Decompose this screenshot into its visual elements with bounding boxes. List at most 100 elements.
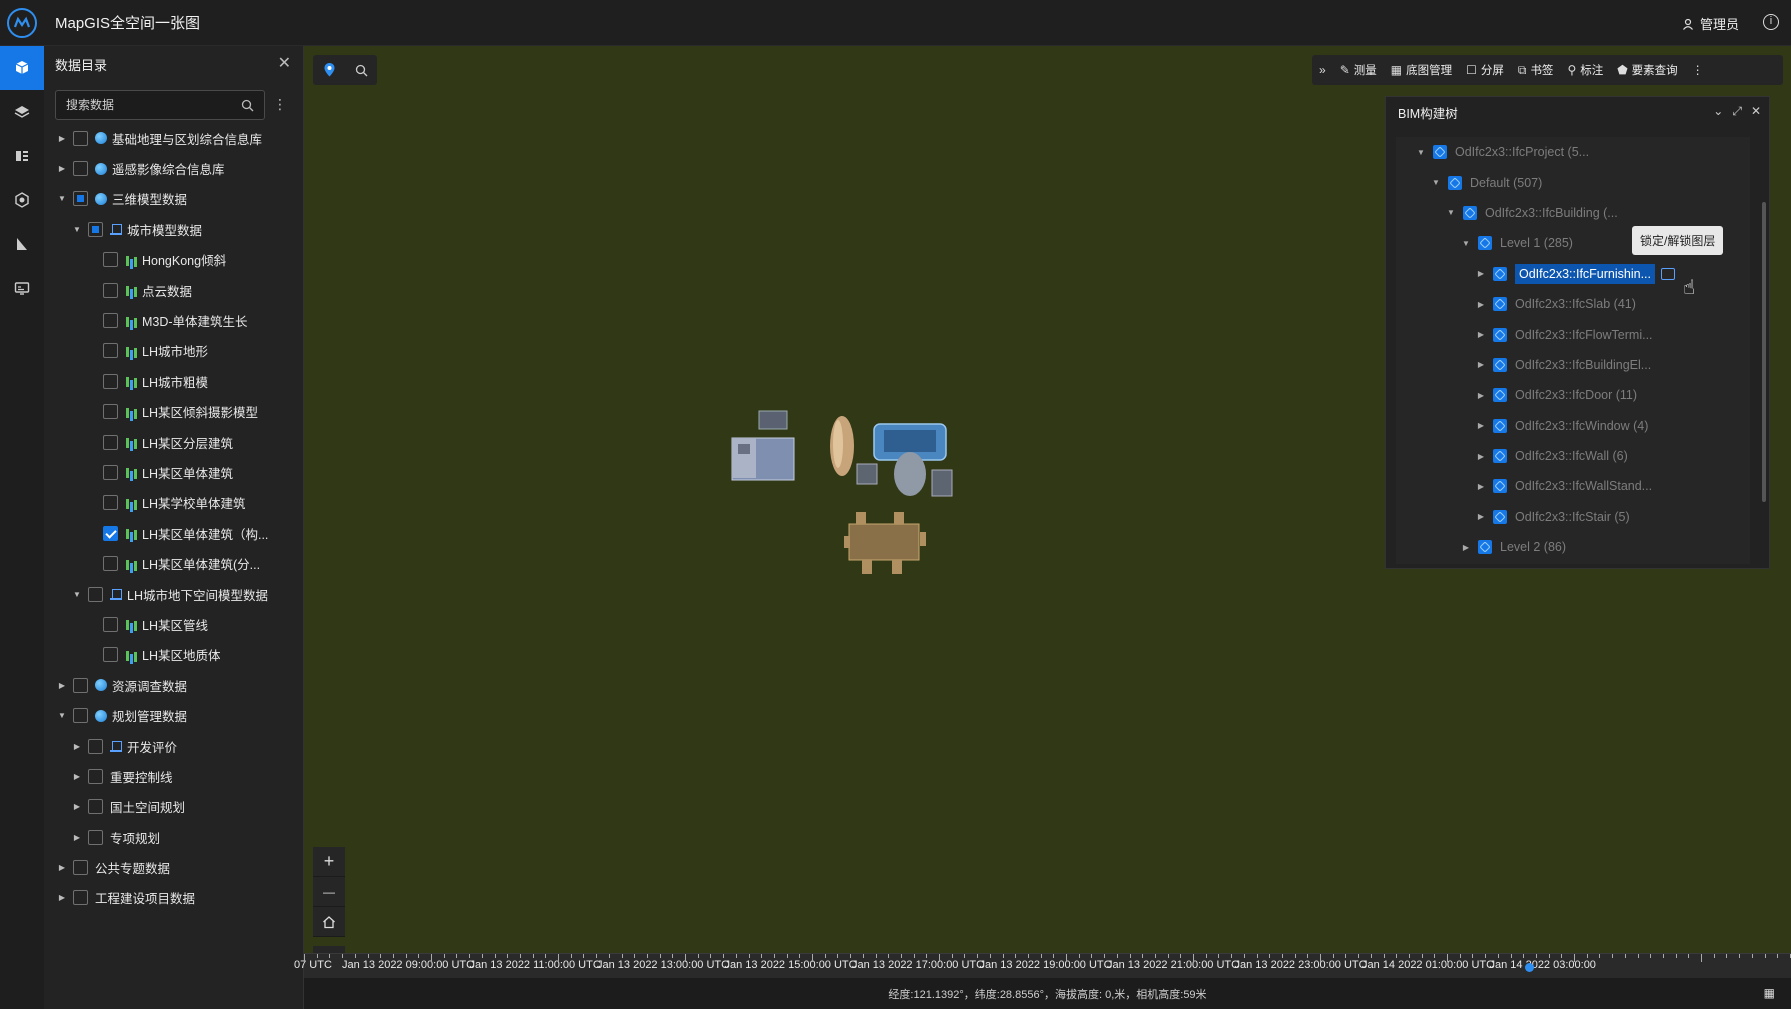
tree-item[interactable]: LH城市地形 [44,336,304,366]
tree-item[interactable]: LH城市粗模 [44,366,304,396]
map-search-button[interactable] [345,55,377,85]
tree-checkbox[interactable] [103,525,118,541]
zoom-in-button[interactable]: + [313,847,345,877]
tree-item[interactable]: ▶ 公共专题数据 [44,852,304,882]
close-icon[interactable]: ✕ [1751,104,1761,118]
tree-checkbox[interactable] [103,282,118,298]
locate-button[interactable] [313,55,345,85]
bim-model-render[interactable] [724,406,984,616]
caret-right-icon[interactable]: ▶ [1476,360,1486,369]
tree-item[interactable]: LH某区分层建筑 [44,427,304,457]
caret-right-icon[interactable]: ▶ [57,134,67,143]
tree-item[interactable]: ▶ 工程建设项目数据 [44,883,304,913]
caret-down-icon[interactable]: ▼ [57,711,67,720]
bim-checkbox[interactable] [1463,205,1477,220]
tree-item[interactable]: HongKong倾斜 [44,245,304,275]
tree-item[interactable]: LH某区倾斜摄影模型 [44,397,304,427]
bim-checkbox[interactable] [1493,266,1507,281]
bim-tree-item[interactable]: ▶ OdIfc2x3::IfcFlowTermi... [1396,319,1750,349]
caret-right-icon[interactable]: ▶ [1476,421,1486,430]
tree-checkbox[interactable] [73,708,88,724]
bim-checkbox[interactable] [1493,509,1507,524]
tree-checkbox[interactable] [103,404,118,420]
tree-checkbox[interactable] [88,768,103,784]
close-icon[interactable]: ✕ [278,56,291,72]
tree-checkbox[interactable] [73,161,88,177]
tree-item[interactable]: ▼ 规划管理数据 [44,700,304,730]
caret-down-icon[interactable]: ▼ [72,225,82,234]
bim-checkbox[interactable] [1493,388,1507,403]
search-icon[interactable] [241,99,254,112]
tree-checkbox[interactable] [103,556,118,572]
caret-down-icon[interactable]: ▼ [57,194,67,203]
tree-checkbox[interactable] [103,343,118,359]
bim-tree-item[interactable]: ▶ OdIfc2x3::IfcFurnishin... [1396,259,1750,289]
tree-item[interactable]: ▶ 开发评价 [44,731,304,761]
bim-checkbox[interactable] [1478,236,1492,251]
tree-item[interactable]: ▶ 国土空间规划 [44,792,304,822]
tree-checkbox[interactable] [73,890,88,906]
tree-item[interactable]: ▼ 三维模型数据 [44,184,304,214]
rail-data-catalog-button[interactable] [0,46,44,90]
tree-checkbox[interactable] [103,252,118,268]
toolbar-marker-button[interactable]: ⚲ 标注 [1560,55,1610,85]
tree-checkbox[interactable] [88,829,103,845]
collapse-toolbar-button[interactable]: » [1312,55,1333,85]
caret-right-icon[interactable]: ▶ [57,164,67,173]
caret-right-icon[interactable]: ▶ [72,772,82,781]
caret-right-icon[interactable]: ▶ [57,863,67,872]
caret-down-icon[interactable]: ▼ [1416,148,1426,157]
tree-item[interactable]: LH某区单体建筑（构... [44,518,304,548]
caret-right-icon[interactable]: ▶ [1476,269,1486,278]
bim-tree-item[interactable]: ▶ OdIfc2x3::IfcStair (5) [1396,502,1750,532]
home-button[interactable] [313,907,345,937]
bim-checkbox[interactable] [1478,540,1492,555]
timeline[interactable]: 07 UTC Jan 13 2022 09:00:00 UTC Jan 13 202… [294,953,1791,978]
tree-item[interactable]: ▶ 专项规划 [44,822,304,852]
bim-tree-item[interactable]: ▶ OdIfc2x3::IfcSlab (41) [1396,289,1750,319]
bim-checkbox[interactable] [1493,479,1507,494]
tree-checkbox[interactable] [103,647,118,663]
caret-right-icon[interactable]: ▶ [57,893,67,902]
tree-checkbox[interactable] [88,799,103,815]
caret-right-icon[interactable]: ▶ [1476,482,1486,491]
toolbar-basemap-button[interactable]: ▦ 底图管理 [1384,55,1459,85]
tree-item[interactable]: ▶ 遥感影像综合信息库 [44,153,304,183]
zoom-out-button[interactable]: — [313,877,345,907]
tree-item[interactable]: ▶ 资源调查数据 [44,670,304,700]
caret-right-icon[interactable]: ▶ [1476,330,1486,339]
caret-right-icon[interactable]: ▶ [72,802,82,811]
tree-checkbox[interactable] [88,221,103,237]
bim-tree-item[interactable]: ▶ OdIfc2x3::IfcWall (6) [1396,441,1750,471]
bim-checkbox[interactable] [1493,297,1507,312]
caret-down-icon[interactable]: ▼ [1446,208,1456,217]
caret-right-icon[interactable]: ▶ [72,742,82,751]
tree-item[interactable]: ▼ LH城市地下空间模型数据 [44,579,304,609]
tree-item[interactable]: LH某区单体建筑(分... [44,548,304,578]
rail-list-button[interactable] [0,134,44,178]
search-input[interactable] [56,91,236,119]
tree-item[interactable]: LH某学校单体建筑 [44,488,304,518]
info-icon[interactable]: i [1763,14,1779,30]
toolbar-bookmark-button[interactable]: ⧉ 书签 [1511,55,1561,85]
bim-tree-item[interactable]: ▶ OdIfc2x3::IfcBuildingEl... [1396,350,1750,380]
tree-checkbox[interactable] [103,313,118,329]
toolbar-split-screen-button[interactable]: ☐ 分屏 [1459,55,1511,85]
rail-layers-button[interactable] [0,90,44,134]
tree-checkbox[interactable] [88,738,103,754]
caret-down-icon[interactable]: ▼ [1461,239,1471,248]
tree-item[interactable]: LH某区管线 [44,609,304,639]
bim-tree-item[interactable]: ▶ OdIfc2x3::IfcDoor (11) [1396,380,1750,410]
tree-item[interactable]: M3D-单体建筑生长 [44,305,304,335]
tree-item[interactable]: LH某区地质体 [44,640,304,670]
bim-checkbox[interactable] [1448,175,1462,190]
tree-checkbox[interactable] [73,677,88,693]
tree-item[interactable]: ▶ 基础地理与区划综合信息库 [44,123,304,153]
rail-model-button[interactable] [0,178,44,222]
bim-checkbox[interactable] [1493,449,1507,464]
caret-right-icon[interactable]: ▶ [1476,300,1486,309]
caret-right-icon[interactable]: ▶ [57,681,67,690]
grid-toggle-icon[interactable]: ▦ [1764,986,1775,1000]
bim-tree-item[interactable]: ▶ OdIfc2x3::IfcWallStand... [1396,471,1750,501]
tree-checkbox[interactable] [88,586,103,602]
